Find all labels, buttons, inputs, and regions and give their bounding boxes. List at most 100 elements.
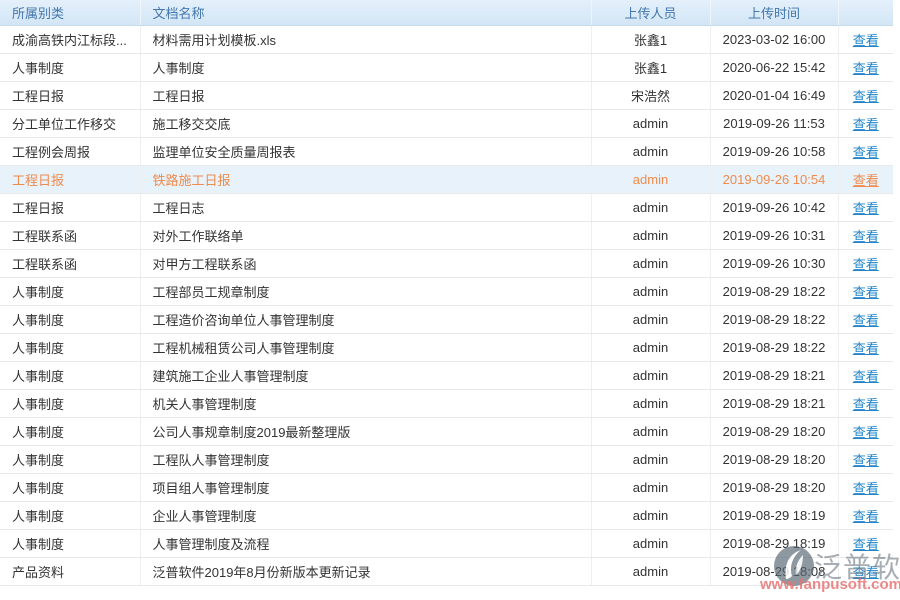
table-row[interactable]: 工程日报工程日志admin2019-09-26 10:42查看 bbox=[0, 193, 893, 221]
table-row[interactable]: 工程例会周报监理单位安全质量周报表admin2019-09-26 10:58查看 bbox=[0, 137, 893, 165]
view-link[interactable]: 查看 bbox=[853, 537, 879, 552]
cell-upload-time: 2019-09-26 10:54 bbox=[710, 165, 838, 193]
cell-category: 成渝高铁内江标段... bbox=[0, 25, 140, 53]
cell-doc-name: 对外工作联络单 bbox=[140, 221, 591, 249]
table-row[interactable]: 产品资料泛普软件2019年8月份新版本更新记录admin2019-08-29 1… bbox=[0, 557, 893, 585]
cell-uploader: admin bbox=[591, 361, 710, 389]
cell-upload-time: 2019-09-26 10:31 bbox=[710, 221, 838, 249]
cell-uploader: admin bbox=[591, 137, 710, 165]
table-row[interactable]: 工程日报铁路施工日报admin2019-09-26 10:54查看 bbox=[0, 165, 893, 193]
cell-doc-name: 工程日志 bbox=[140, 193, 591, 221]
table-header: 所属别类文档名称上传人员上传时间 bbox=[0, 0, 893, 25]
cell-uploader: admin bbox=[591, 417, 710, 445]
cell-action: 查看 bbox=[838, 81, 893, 109]
table-row[interactable]: 人事制度建筑施工企业人事管理制度admin2019-08-29 18:21 查看 bbox=[0, 361, 893, 389]
cell-uploader: admin bbox=[591, 501, 710, 529]
cell-category: 人事制度 bbox=[0, 473, 140, 501]
table-row[interactable]: 人事制度机关人事管理制度admin2019-08-29 18:21查看 bbox=[0, 389, 893, 417]
cell-action: 查看 bbox=[838, 557, 893, 585]
cell-action: 查看 bbox=[838, 445, 893, 473]
view-link[interactable]: 查看 bbox=[853, 117, 879, 132]
cell-doc-name: 人事制度 bbox=[140, 53, 591, 81]
view-link[interactable]: 查看 bbox=[853, 509, 879, 524]
view-link[interactable]: 查看 bbox=[853, 173, 879, 188]
cell-upload-time: 2019-08-29 18:22 bbox=[710, 277, 838, 305]
table-row[interactable]: 成渝高铁内江标段...材料需用计划模板.xls张鑫12023-03-02 16:… bbox=[0, 25, 893, 53]
table-row[interactable]: 分工单位工作移交施工移交交底admin2019-09-26 11:53查看 bbox=[0, 109, 893, 137]
column-header-doc_name: 文档名称 bbox=[140, 0, 591, 25]
table-row[interactable]: 人事制度人事管理制度及流程admin2019-08-29 18:19查看 bbox=[0, 529, 893, 557]
view-link[interactable]: 查看 bbox=[853, 285, 879, 300]
cell-action: 查看 bbox=[838, 333, 893, 361]
cell-uploader: admin bbox=[591, 249, 710, 277]
cell-action: 查看 bbox=[838, 53, 893, 81]
view-link[interactable]: 查看 bbox=[853, 341, 879, 356]
cell-action: 查看 bbox=[838, 501, 893, 529]
cell-category: 人事制度 bbox=[0, 333, 140, 361]
view-link[interactable]: 查看 bbox=[853, 229, 879, 244]
cell-doc-name: 对甲方工程联系函 bbox=[140, 249, 591, 277]
cell-uploader: admin bbox=[591, 165, 710, 193]
cell-category: 人事制度 bbox=[0, 361, 140, 389]
view-link[interactable]: 查看 bbox=[853, 89, 879, 104]
cell-doc-name: 项目组人事管理制度 bbox=[140, 473, 591, 501]
view-link[interactable]: 查看 bbox=[853, 453, 879, 468]
table-row[interactable]: 工程日报工程日报宋浩然2020-01-04 16:49查看 bbox=[0, 81, 893, 109]
cell-upload-time: 2023-03-02 16:00 bbox=[710, 25, 838, 53]
column-header-category: 所属别类 bbox=[0, 0, 140, 25]
table-row[interactable]: 人事制度项目组人事管理制度admin2019-08-29 18:20查看 bbox=[0, 473, 893, 501]
view-link[interactable]: 查看 bbox=[853, 565, 879, 580]
table-row[interactable]: 人事制度企业人事管理制度admin2019-08-29 18:19查看 bbox=[0, 501, 893, 529]
cell-uploader: admin bbox=[591, 305, 710, 333]
cell-upload-time: 2019-09-26 10:30 bbox=[710, 249, 838, 277]
cell-doc-name: 机关人事管理制度 bbox=[140, 389, 591, 417]
cell-action: 查看 bbox=[838, 305, 893, 333]
view-link[interactable]: 查看 bbox=[853, 33, 879, 48]
table-row[interactable]: 工程联系函对外工作联络单admin2019-09-26 10:31查看 bbox=[0, 221, 893, 249]
view-link[interactable]: 查看 bbox=[853, 313, 879, 328]
column-header-uploader: 上传人员 bbox=[591, 0, 710, 25]
table-row[interactable]: 人事制度工程队人事管理制度admin2019-08-29 18:20查看 bbox=[0, 445, 893, 473]
cell-doc-name: 工程部员工规章制度 bbox=[140, 277, 591, 305]
table-row[interactable]: 人事制度工程造价咨询单位人事管理制度admin2019-08-29 18:22查… bbox=[0, 305, 893, 333]
cell-category: 工程例会周报 bbox=[0, 137, 140, 165]
cell-upload-time: 2019-09-26 10:58 bbox=[710, 137, 838, 165]
cell-uploader: 宋浩然 bbox=[591, 81, 710, 109]
cell-upload-time: 2019-09-26 11:53 bbox=[710, 109, 838, 137]
cell-action: 查看 bbox=[838, 25, 893, 53]
cell-upload-time: 2019-09-26 10:42 bbox=[710, 193, 838, 221]
table-row[interactable]: 人事制度工程部员工规章制度admin2019-08-29 18:22查看 bbox=[0, 277, 893, 305]
cell-doc-name: 建筑施工企业人事管理制度 bbox=[140, 361, 591, 389]
view-link[interactable]: 查看 bbox=[853, 257, 879, 272]
table-row[interactable]: 工程联系函对甲方工程联系函admin2019-09-26 10:30查看 bbox=[0, 249, 893, 277]
cell-category: 人事制度 bbox=[0, 53, 140, 81]
cell-uploader: admin bbox=[591, 221, 710, 249]
cell-category: 工程日报 bbox=[0, 81, 140, 109]
cell-uploader: admin bbox=[591, 445, 710, 473]
view-link[interactable]: 查看 bbox=[853, 481, 879, 496]
table-row[interactable]: 人事制度公司人事规章制度2019最新整理版admin2019-08-29 18:… bbox=[0, 417, 893, 445]
document-list-panel: 所属别类文档名称上传人员上传时间 成渝高铁内江标段...材料需用计划模板.xls… bbox=[0, 0, 900, 600]
cell-category: 分工单位工作移交 bbox=[0, 109, 140, 137]
table-row[interactable]: 人事制度人事制度张鑫12020-06-22 15:42查看 bbox=[0, 53, 893, 81]
cell-doc-name: 材料需用计划模板.xls bbox=[140, 25, 591, 53]
cell-category: 人事制度 bbox=[0, 305, 140, 333]
cell-upload-time: 2019-08-29 18:20 bbox=[710, 417, 838, 445]
column-header-action bbox=[838, 0, 893, 25]
cell-upload-time: 2019-08-29 18:21 bbox=[710, 361, 838, 389]
cell-uploader: admin bbox=[591, 333, 710, 361]
cell-upload-time: 2020-06-22 15:42 bbox=[710, 53, 838, 81]
view-link[interactable]: 查看 bbox=[853, 201, 879, 216]
view-link[interactable]: 查看 bbox=[853, 145, 879, 160]
cell-upload-time: 2019-08-29 18:22 bbox=[710, 333, 838, 361]
cell-uploader: admin bbox=[591, 109, 710, 137]
cell-uploader: 张鑫1 bbox=[591, 53, 710, 81]
cell-doc-name: 工程日报 bbox=[140, 81, 591, 109]
view-link[interactable]: 查看 bbox=[853, 397, 879, 412]
cell-action: 查看 bbox=[838, 529, 893, 557]
column-header-upload_time: 上传时间 bbox=[710, 0, 838, 25]
view-link[interactable]: 查看 bbox=[853, 61, 879, 76]
view-link[interactable]: 查看 bbox=[853, 425, 879, 440]
view-link[interactable]: 查看 bbox=[853, 369, 879, 384]
table-row[interactable]: 人事制度工程机械租赁公司人事管理制度admin2019-08-29 18:22查… bbox=[0, 333, 893, 361]
